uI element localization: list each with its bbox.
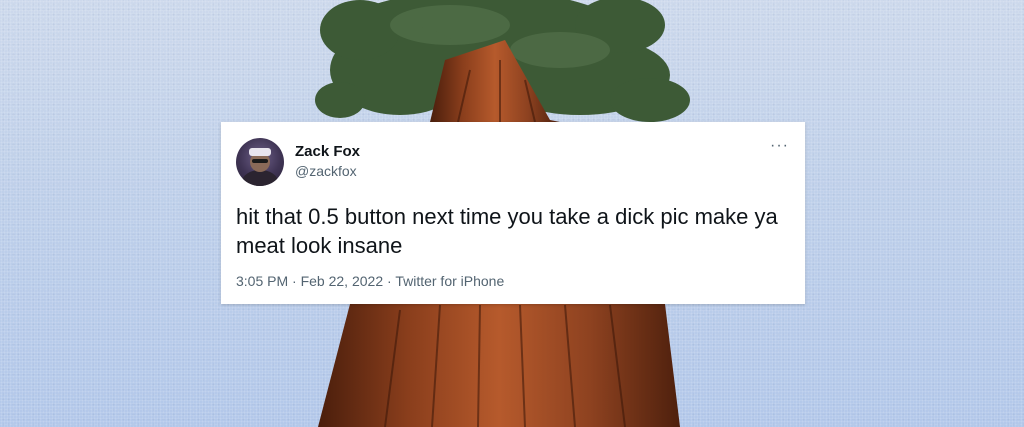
user-handle[interactable]: @zackfox (295, 163, 357, 179)
tweet-text: hit that 0.5 button next time you take a… (236, 204, 778, 258)
tweet-card[interactable]: Zack Fox @zackfox ··· hit that 0.5 butto… (221, 122, 805, 304)
display-name[interactable]: Zack Fox (295, 143, 360, 160)
tweet-metadata: 3:05 PM · Feb 22, 2022 · Twitter for iPh… (236, 273, 504, 289)
tweet-source[interactable]: Twitter for iPhone (395, 273, 504, 289)
separator: · (288, 273, 301, 289)
more-options-icon[interactable]: ··· (770, 138, 789, 154)
user-avatar[interactable] (236, 138, 284, 186)
tweet-time[interactable]: 3:05 PM (236, 273, 288, 289)
separator: · (383, 273, 396, 289)
tweet-date[interactable]: Feb 22, 2022 (301, 273, 384, 289)
